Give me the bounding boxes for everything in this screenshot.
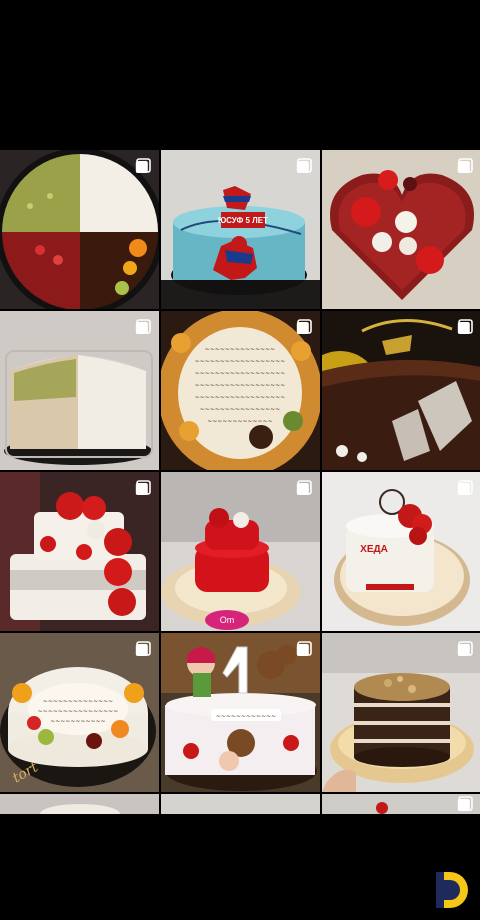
svg-text:~~~~~~~~~~~~~: ~~~~~~~~~~~~~	[207, 418, 272, 425]
post-tile-red-glaze-cake[interactable]: Om	[161, 472, 320, 631]
multi-photo-icon	[135, 319, 151, 335]
post-tile-partial[interactable]	[322, 794, 480, 814]
svg-text:~~~~~~~~~~~: ~~~~~~~~~~~	[50, 718, 105, 725]
post-tile-letter-cake[interactable]: ~~~~~~~~~~~~~~ ~~~~~~~~~~~~~~~~~~ ~~~~~~…	[161, 311, 320, 470]
d-letter-logo-icon[interactable]	[426, 866, 474, 914]
post-tile-naked-nut-cake[interactable]	[322, 633, 480, 792]
post-tile-red-heart-cake[interactable]	[322, 150, 480, 309]
svg-text:~~~~~~~~~~~~~~~~: ~~~~~~~~~~~~~~~~	[38, 708, 118, 715]
bottom-blank-area	[0, 815, 480, 920]
post-tile-partial[interactable]	[161, 794, 320, 814]
svg-text:~~~~~~~~~~~~~~~~~~: ~~~~~~~~~~~~~~~~~~	[195, 382, 286, 389]
post-tile-fruit-message-cake[interactable]: ~~~~~~~~~~~~~~ ~~~~~~~~~~~~~~~~ ~~~~~~~~…	[0, 633, 159, 792]
svg-text:~~~~~~~~~~~~~~~~~~: ~~~~~~~~~~~~~~~~~~	[195, 358, 286, 365]
multi-photo-icon	[457, 480, 473, 496]
top-blank-area	[0, 0, 480, 150]
multi-photo-icon	[296, 158, 312, 174]
multi-photo-icon	[135, 158, 151, 174]
svg-text:~~~~~~~~~~~~~~: ~~~~~~~~~~~~~~	[205, 346, 275, 353]
cake-photo	[161, 794, 320, 814]
post-tile-boxed-cake[interactable]	[0, 311, 159, 470]
svg-text:~~~~~~~~~~~~: ~~~~~~~~~~~~	[216, 713, 276, 720]
svg-text:~~~~~~~~~~~~~~~~~~: ~~~~~~~~~~~~~~~~~~	[195, 370, 286, 377]
multi-photo-icon	[135, 480, 151, 496]
post-tile-masha-bear-cake[interactable]: 4 ~~~~~~~~~~~~	[161, 633, 320, 792]
post-tile-gold-topper-cake[interactable]	[322, 311, 480, 470]
post-tile-partial[interactable]	[0, 794, 159, 814]
multi-photo-icon	[457, 319, 473, 335]
multi-photo-icon	[296, 319, 312, 335]
cake-caption: ЮСУФ 5 ЛЕТ	[218, 216, 268, 225]
post-tile-spiderman-cake[interactable]: ЮСУФ 5 ЛЕТ	[161, 150, 320, 309]
multi-photo-icon	[457, 641, 473, 657]
cake-caption: ХЕДА	[360, 544, 388, 555]
multi-photo-icon	[457, 158, 473, 174]
post-tile-two-tier-roses-cake[interactable]	[0, 472, 159, 631]
multi-photo-icon	[135, 641, 151, 657]
svg-text:~~~~~~~~~~~~~~~~: ~~~~~~~~~~~~~~~~	[200, 406, 280, 413]
svg-text:~~~~~~~~~~~~~~: ~~~~~~~~~~~~~~	[43, 698, 113, 705]
svg-text:~~~~~~~~~~~~~~~~~~: ~~~~~~~~~~~~~~~~~~	[195, 394, 286, 401]
post-tile-assorted-cake[interactable]	[0, 150, 159, 309]
cake-photo	[0, 794, 159, 814]
post-tile-topper-ring-cake[interactable]: ХЕДА	[322, 472, 480, 631]
multi-photo-icon	[296, 480, 312, 496]
multi-photo-icon	[296, 641, 312, 657]
cake-caption: Om	[220, 615, 235, 625]
multi-photo-icon	[457, 796, 473, 812]
photo-grid: ЮСУФ 5 ЛЕТ ~~~~~~~~~~~~~~ ~~~~~~~~~~~~~~…	[0, 150, 480, 814]
